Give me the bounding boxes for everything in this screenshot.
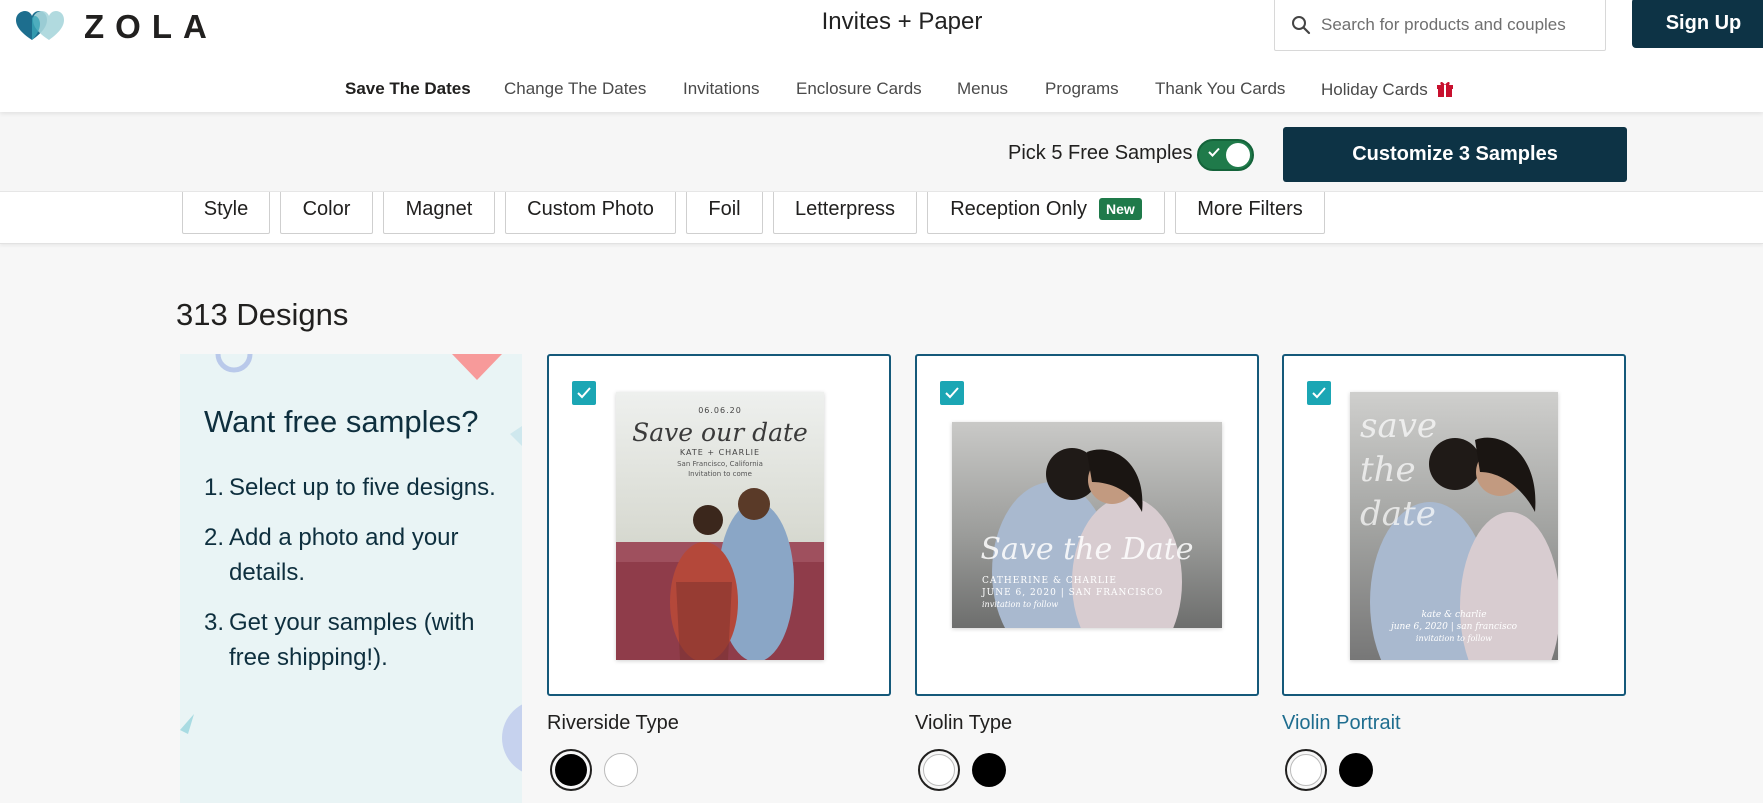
swatch-white[interactable] — [918, 749, 960, 791]
card-preview-image: save the date kate & charlie june 6, 202… — [1350, 392, 1558, 660]
checkmark-icon — [945, 387, 959, 399]
sample-checkbox[interactable] — [940, 381, 964, 405]
promo-step: 1. Select up to five designs. — [204, 470, 504, 505]
preview-details: june 6, 2020 | san francisco — [1390, 622, 1518, 632]
gift-icon — [1436, 81, 1453, 97]
color-swatches — [547, 749, 891, 791]
preview-names: CATHERINE & CHARLIE — [982, 576, 1117, 586]
filter-label: Custom Photo — [527, 197, 654, 220]
preview-date: 06.06.20 — [698, 406, 742, 415]
nav-item-invitations[interactable]: Invitations — [683, 79, 760, 99]
nav-item-holiday-cards[interactable]: Holiday Cards — [1321, 79, 1454, 100]
preview-note: invitation to follow — [982, 600, 1059, 609]
step-number: 3. — [204, 609, 225, 636]
swatch-dot — [972, 753, 1006, 787]
promo-step: 2. Add a photo and your details. — [204, 520, 504, 590]
nav-item-enclosure-cards[interactable]: Enclosure Cards — [796, 79, 922, 99]
pick-samples-label: Pick 5 Free Samples — [1008, 142, 1193, 164]
preview-note: Invitation to come — [688, 470, 752, 478]
step-text: Get your samples (with free shipping!). — [229, 609, 475, 671]
nav-item-menus[interactable]: Menus — [957, 79, 1008, 99]
free-samples-toggle[interactable] — [1197, 139, 1254, 171]
swatch-black[interactable] — [970, 751, 1008, 789]
promo-step: 3. Get your samples (with free shipping!)… — [204, 605, 504, 675]
filter-label: Reception Only — [950, 197, 1087, 220]
sample-checkbox[interactable] — [1307, 381, 1331, 405]
sample-checkbox[interactable] — [572, 381, 596, 405]
search-input[interactable] — [1321, 14, 1591, 35]
swatch-white[interactable] — [1285, 749, 1327, 791]
free-samples-bar: Pick 5 Free Samples Customize 3 Samples — [0, 112, 1763, 192]
promo-steps: 1. Select up to five designs. 2. Add a pho… — [204, 470, 504, 690]
filter-bar: Style Color Magnet Custom Photo Foil Let… — [0, 184, 1763, 244]
step-text: Add a photo and your details. — [229, 524, 459, 586]
nav-item-change-the-dates[interactable]: Change The Dates — [504, 79, 646, 99]
customize-samples-button[interactable]: Customize 3 Samples — [1283, 127, 1627, 182]
swatch-black[interactable] — [1337, 751, 1375, 789]
preview-names: kate & charlie — [1421, 610, 1487, 620]
free-samples-promo: Want free samples? 1. Select up to five d… — [180, 354, 522, 803]
filter-label: Color — [302, 197, 351, 220]
swatch-dot — [1290, 754, 1322, 786]
toggle-knob — [1226, 143, 1250, 167]
search-icon — [1292, 15, 1311, 34]
product-card-frame[interactable]: Save the Date CATHERINE & CHARLIE JUNE 6… — [915, 354, 1259, 696]
swatch-dot — [1339, 753, 1373, 787]
card-title[interactable]: Violin Portrait — [1282, 712, 1626, 735]
sign-up-button[interactable]: Sign Up — [1632, 0, 1763, 48]
color-swatches — [915, 749, 1259, 791]
product-card-violin-portrait[interactable]: save the date kate & charlie june 6, 202… — [1282, 354, 1626, 791]
product-card-riverside-type[interactable]: 06.06.20 Save our date KATE + CHARLIE Sa… — [547, 354, 891, 791]
swatch-dot — [555, 754, 587, 786]
card-preview-image: 06.06.20 Save our date KATE + CHARLIE Sa… — [616, 392, 824, 660]
step-number: 1. — [204, 474, 225, 501]
step-text: Select up to five designs. — [229, 474, 496, 501]
preview-names: KATE + CHARLIE — [679, 448, 761, 457]
product-card-frame[interactable]: 06.06.20 Save our date KATE + CHARLIE Sa… — [547, 354, 891, 696]
nav-item-holiday-label: Holiday Cards — [1321, 80, 1428, 99]
category-nav: Save The Dates Change The Dates Invitati… — [0, 79, 1763, 101]
swatch-black[interactable] — [550, 749, 592, 791]
filter-label: More Filters — [1197, 197, 1303, 220]
preview-script: Save the Date — [980, 532, 1194, 567]
preview-location: San Francisco, California — [677, 460, 763, 468]
preview-script: save the date — [1360, 406, 1438, 534]
preview-note: invitation to follow — [1415, 634, 1493, 643]
nav-item-save-the-dates[interactable]: Save The Dates — [345, 79, 471, 99]
search-box[interactable] — [1274, 0, 1606, 51]
nav-item-thank-you-cards[interactable]: Thank You Cards — [1155, 79, 1285, 99]
swatch-dot — [604, 753, 638, 787]
filter-label: Magnet — [405, 197, 473, 220]
filter-label: Style — [203, 197, 249, 220]
preview-details: JUNE 6, 2020 | SAN FRANCISCO — [982, 588, 1164, 598]
card-preview-image: Save the Date CATHERINE & CHARLIE JUNE 6… — [952, 422, 1222, 628]
card-title[interactable]: Violin Type — [915, 712, 1259, 735]
swatch-dot — [923, 754, 955, 786]
step-number: 2. — [204, 524, 225, 551]
swatch-white[interactable] — [602, 751, 640, 789]
filter-label: Letterpress — [794, 197, 896, 220]
new-badge: New — [1098, 198, 1142, 220]
site-header: ZOLA Invites + Paper Sign Up Save The Da… — [0, 0, 1763, 112]
color-swatches — [1282, 749, 1626, 791]
product-card-frame[interactable]: save the date kate & charlie june 6, 202… — [1282, 354, 1626, 696]
preview-script: Save our date — [632, 418, 808, 447]
nav-item-programs[interactable]: Programs — [1045, 79, 1119, 99]
promo-heading: Want free samples? — [204, 404, 479, 439]
card-title[interactable]: Riverside Type — [547, 712, 891, 735]
checkmark-icon — [1208, 147, 1220, 157]
checkmark-icon — [577, 387, 591, 399]
results-count: 313 Designs — [176, 297, 349, 332]
filter-label: Foil — [708, 197, 741, 220]
product-card-violin-type[interactable]: Save the Date CATHERINE & CHARLIE JUNE 6… — [915, 354, 1259, 791]
checkmark-icon — [1312, 387, 1326, 399]
